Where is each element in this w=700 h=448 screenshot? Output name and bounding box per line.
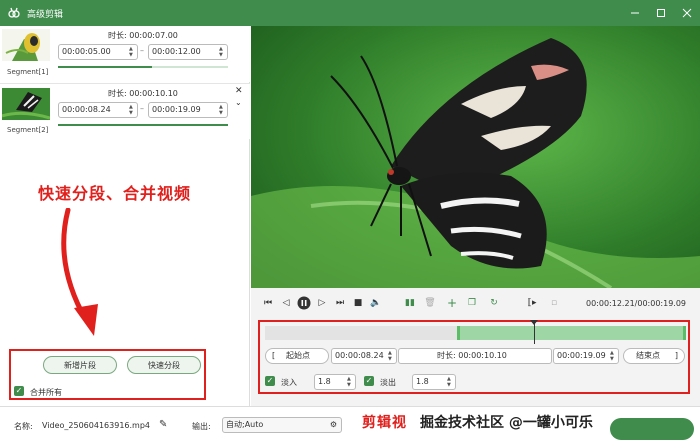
overlay-caption: 剪辑视 [362,415,407,431]
pause-icon[interactable] [297,296,311,310]
set-end-point-button[interactable]: 结束点 ] [623,348,685,364]
segment-label: Segment[2] [7,126,49,134]
output-label: 输出: [192,422,211,431]
segment-label: Segment[1] [7,68,49,76]
stop-icon[interactable]: ■ [351,296,365,310]
skip-start-icon[interactable]: ⏮ [261,296,275,310]
stepper-icon[interactable]: ▲ ▼ [129,104,135,116]
split-icon[interactable]: ▮▮ [403,296,417,310]
fade-out-field[interactable]: 1.8 ▲ ▼ [412,374,456,390]
duration-field: 时长: 00:00:10.10 [398,348,552,364]
gear-icon[interactable]: ⚙ [330,418,337,432]
segment-progress [58,66,228,68]
start-time-field[interactable]: 00:00:08.24 ▲ ▼ [331,348,397,364]
segment-duration: 时长: 00:00:10.10 [108,89,178,98]
segment-end-field[interactable]: 00:00:12.00 ▲ ▼ [148,44,228,60]
merge-all-label: 合并所有 [30,388,62,397]
step-forward-icon[interactable]: ▷ [315,296,329,310]
window-title: 高级剪辑 [27,9,64,20]
stepper-icon[interactable]: ▲ ▼ [447,376,453,388]
segment-item[interactable]: 时长: 00:00:10.10 00:00:08.24 ▲ ▼ – 00:00:19… [0,83,250,139]
segment-progress [58,124,228,126]
range-dash: – [140,46,144,55]
title-bar: 高级剪辑 [0,0,700,26]
stepper-icon[interactable]: ▲ ▼ [129,46,135,58]
fade-out-label: 淡出 [380,378,396,387]
timeline-track[interactable] [265,320,686,344]
segment-item[interactable]: 时长: 00:00:07.00 00:00:05.00 ▲ ▼ – 00:00:12… [0,26,250,82]
add-segment-button[interactable]: 新增片段 [43,356,117,374]
video-preview[interactable] [251,26,700,288]
output-path-field[interactable]: 自动;Auto ⚙ [222,417,342,433]
volume-icon[interactable]: 🔈 [369,296,383,310]
remove-segment-icon[interactable]: ✕ [235,86,243,96]
app-logo-icon [7,6,21,20]
bracket-right-icon: ] [674,351,678,360]
collapse-icon[interactable]: ⌄ [235,98,242,107]
timecode-readout: 00:00:12.21/00:00:19.09 [586,299,686,308]
segment-start-field[interactable]: 00:00:08.24 ▲ ▼ [58,102,138,118]
end-time-field[interactable]: 00:00:19.09 ▲ ▼ [553,348,619,364]
playhead-marker-icon[interactable] [530,320,539,325]
segment-thumbnail [2,88,50,120]
stepper-icon[interactable]: ▲ ▼ [388,350,394,362]
set-end-icon[interactable]: ▫ [547,296,561,310]
set-start-icon[interactable]: ⟦▸ [525,296,539,310]
fade-out-checkbox[interactable]: ✓ [364,376,374,386]
fade-in-field[interactable]: 1.8 ▲ ▼ [314,374,356,390]
name-label: 名称: [14,422,33,431]
export-button[interactable] [610,418,694,440]
segment-thumbnail [2,29,50,61]
annotation-arrow [61,208,98,336]
stepper-icon[interactable]: ▲ ▼ [219,46,225,58]
output-filename: Video_250604163916.mp4 [42,421,150,430]
annotation-text: 快速分段、合并视频 [38,184,192,203]
bracket-left-icon: [ [272,351,276,360]
set-start-point-button[interactable]: [ 起始点 [265,348,329,364]
segment-end-field[interactable]: 00:00:19.09 ▲ ▼ [148,102,228,118]
player-controls: ⏮ ◁ ▷ ⏭ ■ 🔈 ▮▮ 🗑 + ❐ ↻ ⟦▸ ▫ 00:00:12.21/… [251,288,700,320]
merge-all-checkbox[interactable]: ✓ [14,386,24,396]
fade-in-label: 淡入 [281,378,297,387]
minimize-icon[interactable] [622,0,648,26]
selection-range[interactable] [456,326,686,340]
step-back-icon[interactable]: ◁ [279,296,293,310]
edit-name-icon[interactable]: ✎ [159,419,167,430]
close-icon[interactable] [674,0,700,26]
range-dash: – [140,104,144,113]
refresh-icon[interactable]: ↻ [487,296,501,310]
stepper-icon[interactable]: ▲ ▼ [219,104,225,116]
playhead[interactable] [534,322,536,344]
quick-split-button[interactable]: 快速分段 [127,356,201,374]
fade-in-checkbox[interactable]: ✓ [265,376,275,386]
add-icon[interactable]: + [445,296,459,310]
segment-start-field[interactable]: 00:00:05.00 ▲ ▼ [58,44,138,60]
copy-icon[interactable]: ❐ [465,296,479,310]
delete-icon[interactable]: 🗑 [423,296,437,310]
skip-end-icon[interactable]: ⏭ [333,296,347,310]
watermark-text: 掘金技术社区 @一罐小可乐 [420,415,593,431]
stepper-icon[interactable]: ▲ ▼ [610,350,616,362]
stepper-icon[interactable]: ▲ ▼ [347,376,353,388]
segment-duration: 时长: 00:00:07.00 [108,31,178,40]
maximize-icon[interactable] [648,0,674,26]
